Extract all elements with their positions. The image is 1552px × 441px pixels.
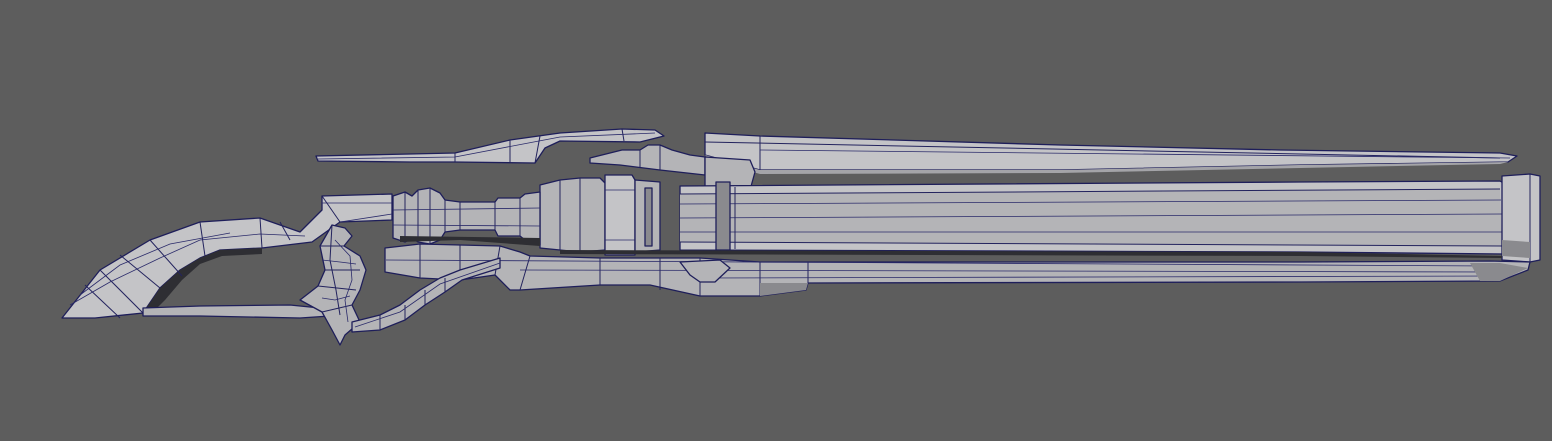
barrel[interactable] xyxy=(539,173,1541,263)
3d-viewport[interactable] xyxy=(0,0,1552,441)
neck-cylinder[interactable] xyxy=(392,187,541,246)
rifle-model[interactable] xyxy=(0,0,1552,441)
top-blade[interactable] xyxy=(315,128,1518,191)
